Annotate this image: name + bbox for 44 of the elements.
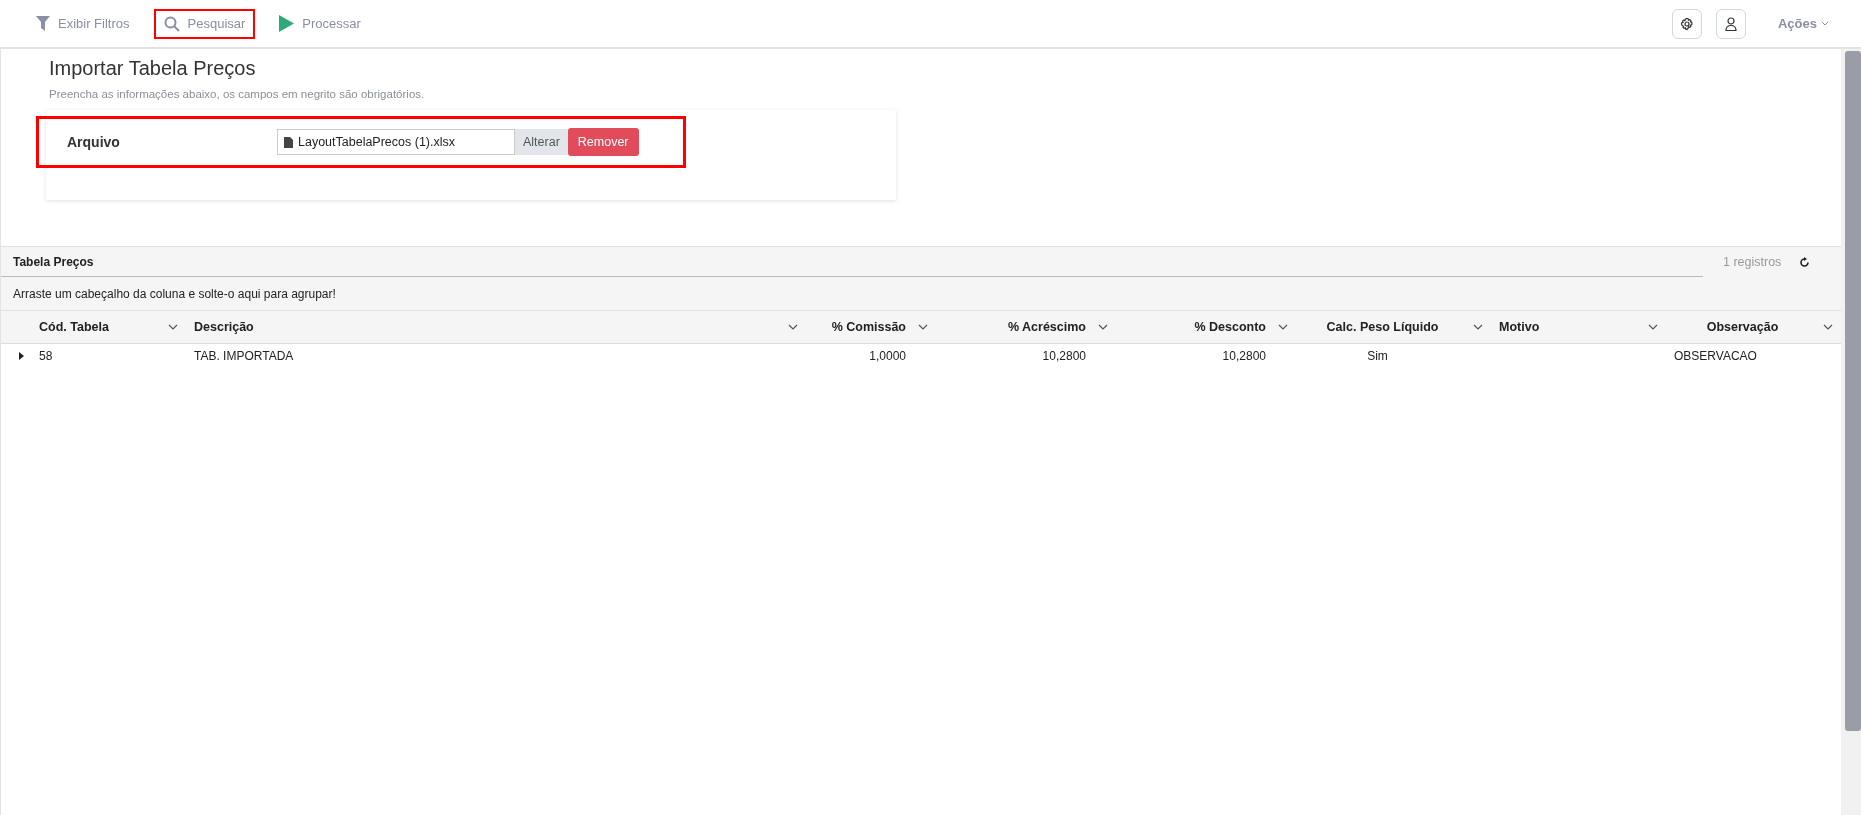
chevron-down-icon[interactable]	[1098, 324, 1108, 330]
table-cell: 10,2800	[1222, 349, 1266, 363]
page-subtitle: Preencha as informações abaixo, os campos em negrito são obrigatórios.	[49, 88, 426, 100]
settings-icon	[1679, 16, 1694, 31]
record-count: 1 registros	[1722, 254, 1783, 271]
column-header[interactable]: Observação	[1666, 311, 1841, 343]
column-header[interactable]: Descrição	[186, 311, 806, 343]
remove-button[interactable]: Remover	[567, 128, 639, 156]
user-icon	[1724, 16, 1737, 31]
search-icon	[163, 15, 180, 32]
refresh-icon[interactable]	[1799, 256, 1811, 268]
column-header[interactable]: % Comissão	[806, 311, 936, 343]
column-header[interactable]: Calc. Peso Líquido	[1296, 311, 1491, 343]
play-icon	[279, 15, 295, 32]
settings-button[interactable]	[1671, 8, 1702, 39]
filter-icon	[36, 16, 50, 31]
chevron-down-icon[interactable]	[788, 324, 798, 330]
chevron-down-icon[interactable]	[918, 324, 928, 330]
expand-row-button[interactable]	[19, 352, 25, 360]
change-button[interactable]: Alterar	[515, 129, 568, 155]
file-icon	[284, 136, 293, 148]
user-button[interactable]	[1715, 8, 1746, 39]
group-hint: Arraste um cabeçalho da coluna e solte-o aqui para agrupar!	[13, 286, 336, 301]
table-cell: Sim	[1367, 349, 1388, 363]
chevron-down-icon[interactable]	[168, 324, 178, 330]
grid-title: Tabela Preços	[13, 254, 94, 269]
page-title: Importar Tabela Preços	[49, 57, 257, 80]
column-header[interactable]: Motivo	[1491, 311, 1666, 343]
column-header[interactable]: Cód. Tabela	[31, 311, 186, 343]
table-cell: 58	[39, 349, 53, 363]
chevron-down-icon[interactable]	[1278, 324, 1288, 330]
table-cell: TAB. IMPORTADA	[194, 349, 294, 363]
table-cell: 10,2800	[1042, 349, 1086, 363]
chevron-down-icon[interactable]	[1473, 324, 1483, 330]
field-label: Arquivo	[67, 134, 121, 150]
file-field[interactable]: LayoutTabelaPrecos (1).xlsx	[277, 129, 515, 155]
scrollbar-thumb[interactable]	[1845, 51, 1861, 731]
chevron-down-icon[interactable]	[1823, 324, 1833, 330]
chevron-down-icon	[1821, 21, 1829, 26]
table-cell: OBSERVACAO	[1674, 349, 1757, 363]
column-header[interactable]: % Acréscimo	[936, 311, 1116, 343]
column-header[interactable]: % Desconto	[1116, 311, 1296, 343]
chevron-down-icon[interactable]	[1648, 324, 1658, 330]
table-cell: 1,0000	[869, 349, 906, 363]
